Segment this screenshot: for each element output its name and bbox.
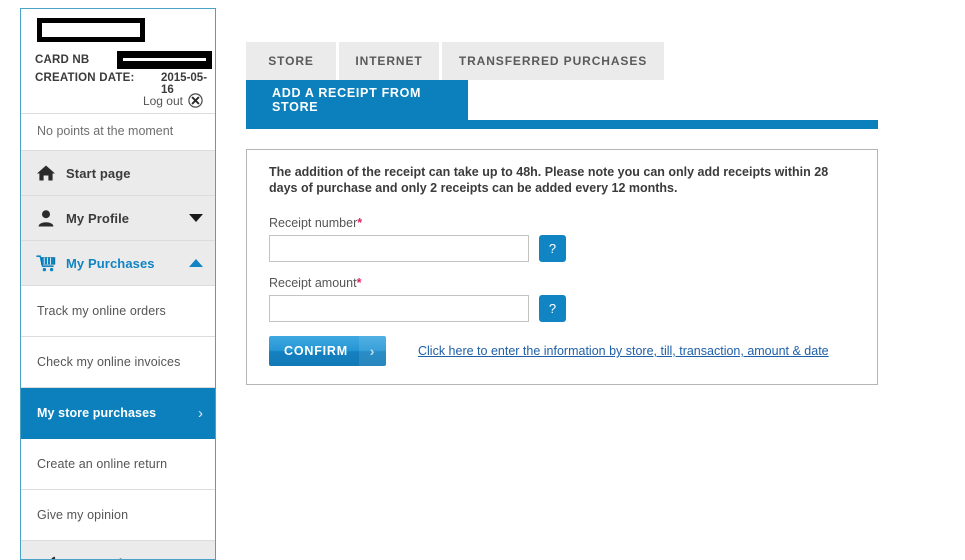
sidebar-item-my-purchases[interactable]: My Purchases: [21, 241, 215, 286]
main-content: STORE INTERNET TRANSFERRED PURCHASES ADD…: [246, 40, 878, 385]
sidebar-item-my-loyalty[interactable]: My Loyalty: [21, 541, 215, 560]
loyalty-points-status: No points at the moment: [21, 113, 215, 151]
field-label-text: Receipt amount: [269, 276, 357, 290]
chevron-right-icon: ›: [359, 336, 386, 366]
required-marker: *: [356, 276, 362, 290]
account-summary: CARD NB CREATION DATE: 2015-05-16 Log ou…: [21, 9, 215, 113]
home-icon: [35, 163, 57, 183]
sidebar-item-check-my-online-invoices[interactable]: Check my online invoices: [21, 337, 215, 388]
receipt-amount-input[interactable]: [269, 295, 529, 322]
sidebar-item-label: My store purchases: [37, 406, 157, 420]
add-receipt-panel: The addition of the receipt can take up …: [246, 149, 878, 385]
sidebar-item-label: My Purchases: [66, 255, 155, 271]
sidebar-item-my-profile[interactable]: My Profile: [21, 196, 215, 241]
manual-entry-link[interactable]: Click here to enter the information by s…: [418, 344, 829, 358]
subtab-label: ADD A RECEIPT FROM STORE: [272, 86, 422, 114]
receipt-number-row: ?: [269, 235, 857, 262]
section-accent-bar: [246, 120, 878, 129]
receipt-number-help-button[interactable]: ?: [539, 235, 566, 262]
required-marker: *: [357, 216, 363, 230]
receipt-amount-label: Receipt amount*: [269, 276, 857, 290]
sidebar-item-give-my-opinion[interactable]: Give my opinion: [21, 490, 215, 541]
chevron-down-icon[interactable]: [189, 214, 203, 222]
confirm-button[interactable]: CONFIRM ›: [269, 336, 386, 366]
tab-transferred-purchases[interactable]: TRANSFERRED PURCHASES: [442, 42, 664, 80]
creation-date-label: CREATION DATE:: [35, 72, 135, 84]
chevron-up-icon[interactable]: [189, 259, 203, 267]
sidebar-item-label: My Loyalty: [66, 556, 134, 560]
close-circle-icon: [188, 93, 203, 108]
sidebar-item-label: Start page: [66, 165, 131, 181]
sidebar-item-label: Give my opinion: [37, 508, 129, 522]
sidebar-item-label: Track my online orders: [37, 304, 166, 318]
chevron-right-icon: ›: [198, 404, 203, 422]
account-sidebar: CARD NB CREATION DATE: 2015-05-16 Log ou…: [20, 8, 216, 560]
account-name-redaction: [37, 18, 145, 42]
cart-icon: [35, 253, 57, 273]
receipt-amount-help-button[interactable]: ?: [539, 295, 566, 322]
card-number-redaction: [117, 51, 212, 69]
user-icon: [35, 208, 57, 228]
logout-button[interactable]: Log out: [143, 93, 203, 108]
confirm-button-label: CONFIRM: [284, 344, 348, 358]
subtab-bar: ADD A RECEIPT FROM STORE: [246, 80, 878, 120]
tab-internet[interactable]: INTERNET: [339, 42, 439, 80]
sidebar-item-label: Create an online return: [37, 457, 168, 471]
logout-label: Log out: [142, 93, 183, 108]
sidebar-item-my-store-purchases[interactable]: My store purchases ›: [21, 388, 215, 439]
subtab-add-a-receipt-from-store[interactable]: ADD A RECEIPT FROM STORE: [246, 80, 468, 120]
sidebar-item-track-my-online-orders[interactable]: Track my online orders: [21, 286, 215, 337]
receipt-amount-row: ?: [269, 295, 857, 322]
sidebar-item-start-page[interactable]: Start page: [21, 151, 215, 196]
receipt-number-field-group: Receipt number* ?: [269, 216, 857, 262]
tab-label: INTERNET: [355, 54, 423, 68]
sidebar-item-label: My Profile: [66, 210, 130, 226]
tab-store[interactable]: STORE: [246, 42, 336, 80]
tab-label: STORE: [268, 54, 314, 68]
field-label-text: Receipt number: [269, 216, 358, 230]
sidebar-item-label: Check my online invoices: [37, 355, 181, 369]
tab-label: TRANSFERRED PURCHASES: [458, 54, 648, 68]
card-number-label: CARD NB: [35, 54, 90, 66]
receipt-number-label: Receipt number*: [269, 216, 857, 230]
form-actions: CONFIRM › Click here to enter the inform…: [269, 336, 857, 366]
chart-icon: [35, 553, 57, 559]
receipt-number-input[interactable]: [269, 235, 529, 262]
receipt-amount-field-group: Receipt amount* ?: [269, 276, 857, 322]
sidebar-item-create-an-online-return[interactable]: Create an online return: [21, 439, 215, 490]
purchase-source-tabs: STORE INTERNET TRANSFERRED PURCHASES: [246, 40, 878, 80]
receipt-notice-text: The addition of the receipt can take up …: [269, 165, 829, 195]
